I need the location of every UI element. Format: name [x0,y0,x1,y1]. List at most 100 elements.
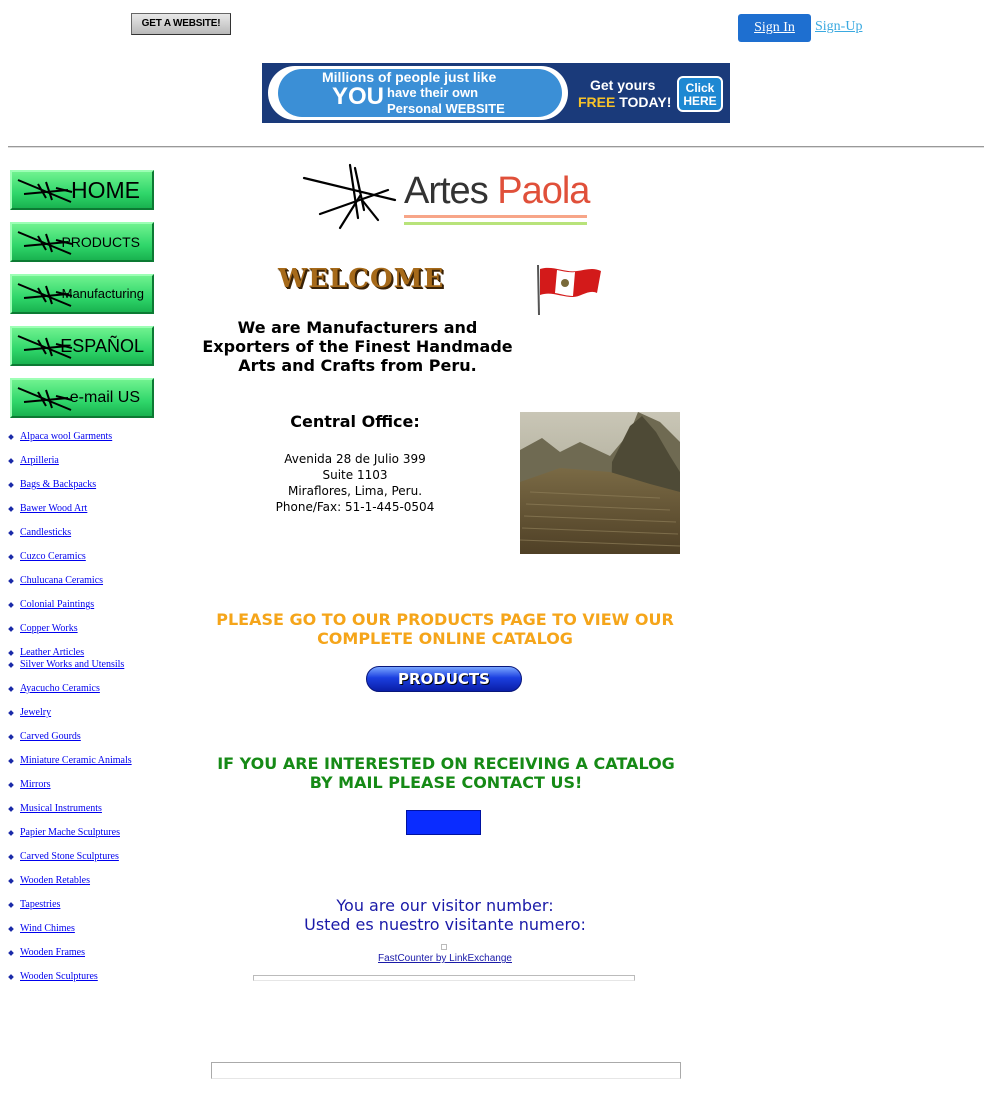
logo-underline-green [404,222,587,225]
catalog-by-mail-message: IF YOU ARE INTERESTED ON RECEIVING A CAT… [217,754,675,792]
mission-statement: We are Manufacturers and Exporters of th… [202,318,513,375]
visitor-text-es: Usted es nuestro visitante numero: [304,915,586,934]
bullet-icon [8,530,14,536]
bullet-icon [8,878,14,884]
category-link[interactable]: Leather Articles [20,647,84,658]
nav-email-label: e-mail US [69,389,140,406]
bullet-icon [8,662,14,668]
category-link[interactable]: Colonial Paintings [20,599,94,610]
category-link[interactable]: Mirrors [20,779,51,790]
sign-in-button[interactable]: Sign In [738,14,811,42]
nazca-hummingbird-icon [302,163,397,230]
bullet-icon [8,902,14,908]
empty-frame-box [211,1062,681,1079]
banner-you: YOU [332,83,385,110]
nav-manufacturing-label: Manufacturing [61,286,144,301]
banner-click: Click [685,81,715,95]
personal-website-banner-ad[interactable]: Millions of people just like YOU have th… [262,63,730,123]
banner-here: HERE [683,94,717,108]
central-office-heading: Central Office: [290,412,420,431]
horizontal-divider [8,146,984,148]
bullet-icon [8,974,14,980]
welcome-heading: WELCOME [278,264,445,294]
central-office-address: Avenida 28 de Julio 399 Suite 1103 Miraf… [235,451,475,515]
visitor-text-en: You are our visitor number: [336,896,554,915]
bullet-icon [8,758,14,764]
category-link[interactable]: Silver Works and Utensils [20,659,124,670]
category-link[interactable]: Carved Stone Sculptures [20,851,119,862]
category-link[interactable]: Copper Works [20,623,78,634]
logo-underline-salmon [404,215,587,218]
banner-click-here-button[interactable]: Click HERE [677,76,723,112]
category-link[interactable]: Arpilleria [20,455,59,466]
bullet-icon [8,926,14,932]
contact-us-button[interactable] [406,810,481,835]
nazca-bird-icon [17,387,73,411]
address-line: Avenida 28 de Julio 399 [284,452,426,466]
bullet-icon [8,950,14,956]
peru-flag-icon [537,264,601,316]
address-line: Miraflores, Lima, Peru. [287,484,423,498]
phone-fax-line: Phone/Fax: 51-1-445-0504 [275,500,435,514]
counter-image [441,944,447,950]
category-link[interactable]: Cuzco Ceramics [20,551,86,562]
category-link[interactable]: Wooden Retables [20,875,90,886]
category-link[interactable]: Alpaca wool Garments [20,431,112,442]
bullet-icon [8,782,14,788]
nav-espanol-button[interactable]: ESPAÑOL [10,326,154,366]
banner-line-3: Personal WEBSITE [387,101,505,116]
bullet-icon [8,830,14,836]
fastcounter-link[interactable]: FastCounter by LinkExchange [300,953,590,964]
bullet-icon [8,650,14,656]
category-link[interactable]: Wind Chimes [20,923,75,934]
banner-today: TODAY! [619,94,672,110]
banner-free-today: FREE TODAY! [578,94,671,110]
category-link[interactable]: Bawer Wood Art [20,503,87,514]
nav-products-button[interactable]: PRODUCTS [10,222,154,262]
category-link[interactable]: Tapestries [20,899,60,910]
nav-home-label: HOME [71,177,140,203]
nav-products-label: PRODUCTS [61,234,140,250]
bullet-icon [8,506,14,512]
logo-wordmark: Artes Paola [404,170,590,213]
bullet-icon [8,434,14,440]
machu-picchu-photo [520,412,680,554]
category-link[interactable]: Bags & Backpacks [20,479,96,490]
logo-artes: Artes [404,170,498,212]
bullet-icon [8,626,14,632]
category-link[interactable]: Wooden Frames [20,947,85,958]
visitor-counter-text: You are our visitor number: Usted es nue… [230,896,660,934]
nav-manufacturing-button[interactable]: Manufacturing [10,274,154,314]
logo-paola: Paola [497,170,590,212]
category-link[interactable]: Wooden Sculptures [20,971,98,982]
nazca-bird-icon [17,179,73,203]
bullet-icon [8,578,14,584]
bullet-icon [8,602,14,608]
products-button[interactable]: PRODUCTS [366,666,522,692]
sign-up-link[interactable]: Sign-Up [815,19,862,35]
go-to-products-message: PLEASE GO TO OUR PRODUCTS PAGE TO VIEW O… [216,610,674,648]
category-link[interactable]: Ayacucho Ceramics [20,683,100,694]
category-link[interactable]: Candlesticks [20,527,71,538]
bullet-icon [8,554,14,560]
bullet-icon [8,734,14,740]
nav-espanol-label: ESPAÑOL [60,336,144,356]
get-a-website-button[interactable]: GET A WEBSITE! [131,13,231,35]
bullet-icon [8,482,14,488]
category-link[interactable]: Jewelry [20,707,51,718]
category-link[interactable]: Miniature Ceramic Animals [20,755,132,766]
nav-home-button[interactable]: HOME [10,170,154,210]
banner-free: FREE [578,94,616,110]
bullet-icon [8,806,14,812]
address-line: Suite 1103 [322,468,388,482]
category-link[interactable]: Carved Gourds [20,731,81,742]
banner-get-yours: Get yours [590,77,656,93]
banner-line-2: have their own [387,85,479,100]
bullet-icon [8,458,14,464]
bullet-icon [8,854,14,860]
horizontal-rule [253,975,635,981]
category-link[interactable]: Papier Mache Sculptures [20,827,120,838]
category-link[interactable]: Musical Instruments [20,803,102,814]
nav-email-button[interactable]: e-mail US [10,378,154,418]
category-link[interactable]: Chulucana Ceramics [20,575,103,586]
